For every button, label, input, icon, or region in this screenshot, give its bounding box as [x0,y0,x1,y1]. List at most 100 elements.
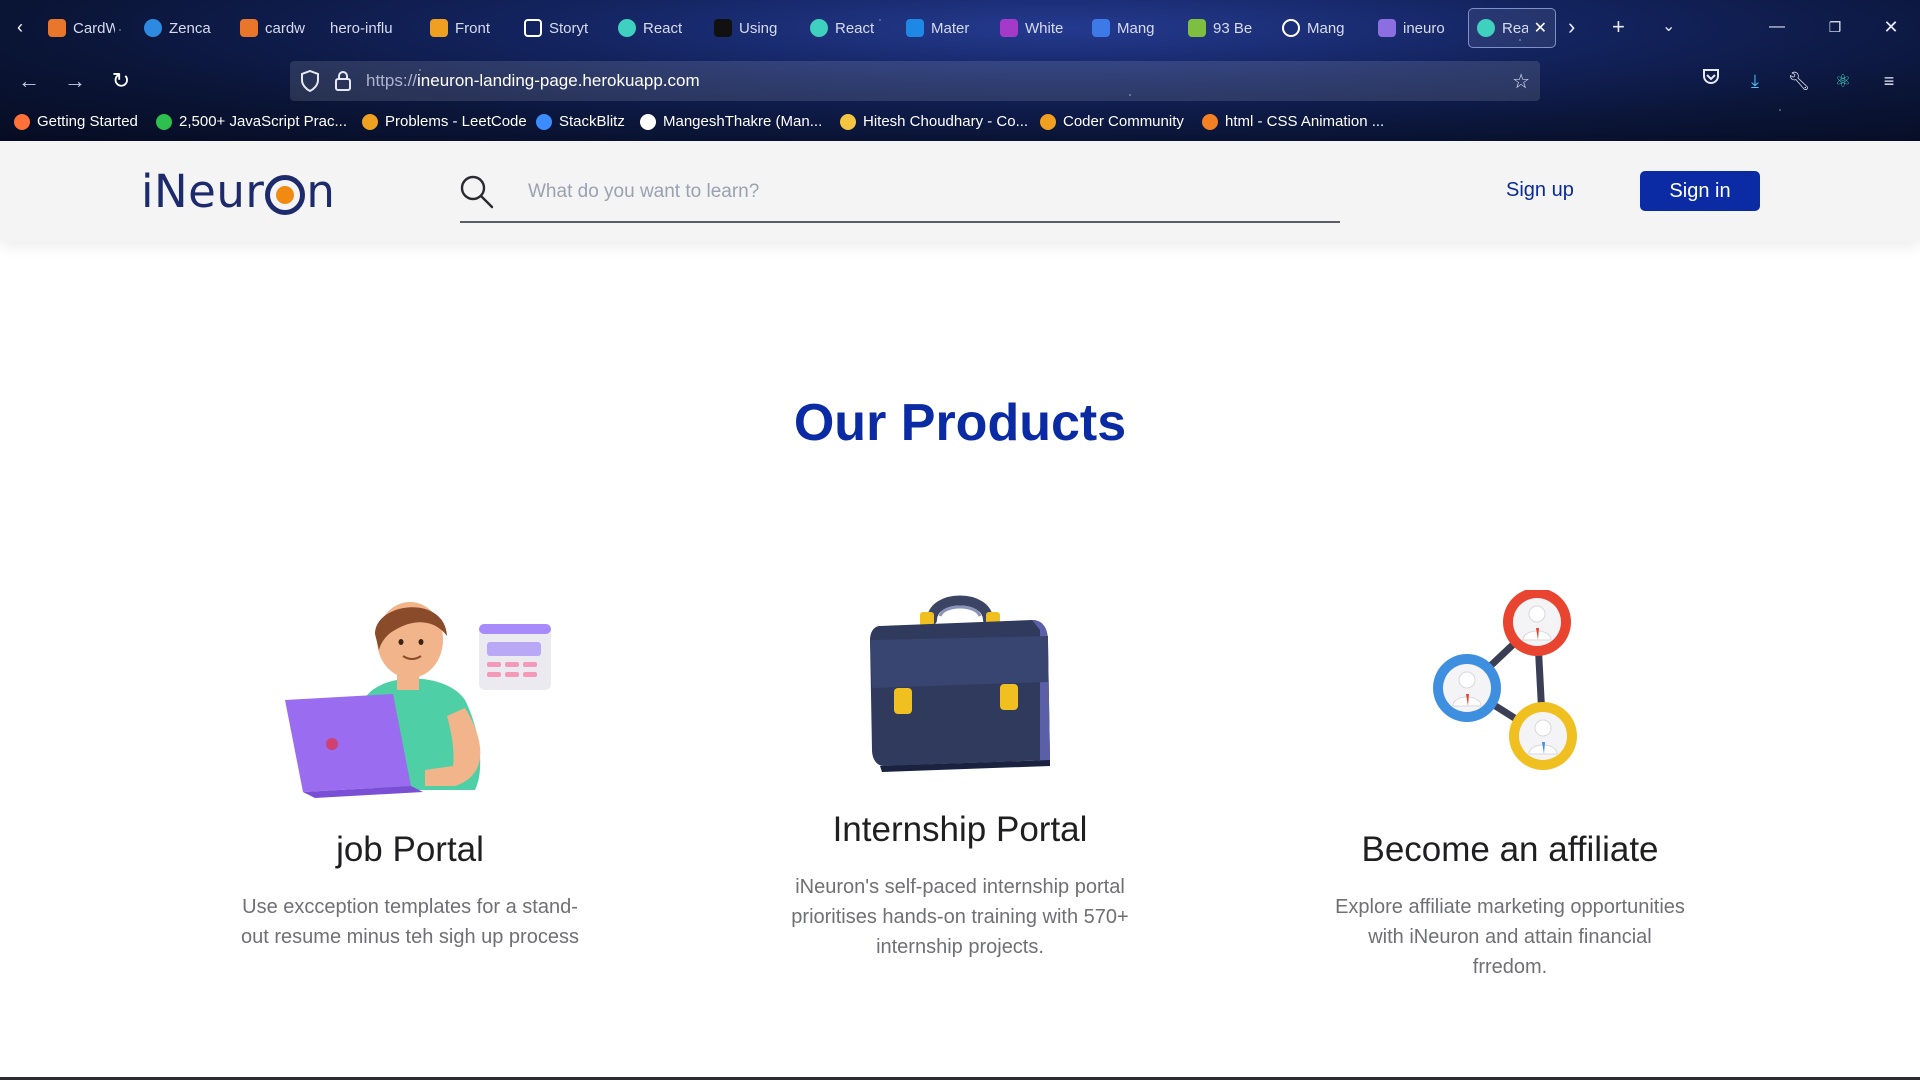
search-icon[interactable] [460,175,494,214]
medium-m-icon [714,19,732,37]
list-all-tabs-icon[interactable]: ⌄ [1662,12,1675,42]
bookmark-label: MangeshThakre (Man... [663,113,823,130]
back-icon[interactable]: ← [12,64,46,98]
product-title: Become an affiliate [1361,830,1659,869]
network-people-illustration [1415,588,1605,785]
product-card-affiliate[interactable]: Become an affiliate Explore affiliate ma… [1300,588,1720,990]
react-devtools-icon[interactable]: ⚛ [1828,66,1858,96]
browser-tab[interactable]: Mang [1092,8,1159,48]
close-tab-icon[interactable]: ✕ [1534,18,1547,38]
product-card-internship-portal[interactable]: Internship Portal iNeuron's self-paced i… [750,590,1170,990]
react-icon [618,19,636,37]
briefcase-illustration [860,590,1060,780]
browser-tab[interactable]: White [1000,8,1067,48]
code-brackets-icon [1092,19,1110,37]
tab-scroll-right-icon[interactable]: › [1568,12,1575,42]
tab-label: Rea [1502,19,1528,37]
browser-tab[interactable]: Mater [906,8,973,48]
downloads-icon[interactable]: ⤓ [1740,66,1770,96]
close-window-icon[interactable]: ✕ [1868,10,1914,44]
forward-icon[interactable]: → [58,64,92,98]
bookmarks-toolbar: Getting Started 2,500+ JavaScript Prac...… [0,110,1920,138]
product-card-job-portal[interactable]: job Portal Use excception templates for … [200,590,620,990]
react-icon [1477,19,1495,37]
shield-icon[interactable] [300,69,320,97]
logo-text-left: iNeur [141,164,265,218]
browser-tab[interactable]: Using [714,8,781,48]
new-tab-icon[interactable]: + [1612,12,1625,42]
menu-icon[interactable]: ≡ [1874,66,1904,96]
bookmark-item[interactable]: html - CSS Animation ... [1202,113,1384,130]
zencastr-globe-icon [144,19,162,37]
restore-icon[interactable]: ❐ [1812,10,1858,44]
browser-tab[interactable]: cardw [240,8,307,48]
browser-tab[interactable]: CardW [48,8,115,48]
bookmark-item[interactable]: Hitesh Choudhary - Co... [840,113,1028,130]
tab-label: 93 Be [1213,19,1253,37]
bookmark-star-icon[interactable]: ☆ [1512,69,1530,94]
browser-tab[interactable]: React [618,8,685,48]
bookmark-favicon-icon [1040,113,1056,130]
github-icon [1282,19,1300,37]
minimize-icon[interactable]: — [1754,10,1800,44]
bookmark-item[interactable]: MangeshThakre (Man... [640,113,822,130]
tab-label: Storyt [549,19,589,37]
reload-icon[interactable]: ↻ [104,64,138,98]
url-text[interactable]: https://ineuron-landing-page.herokuapp.c… [366,71,700,91]
bookmark-favicon-icon [14,113,30,130]
bookmark-item[interactable]: Problems - LeetCode [362,113,527,130]
bookmark-item[interactable]: Coder Community [1040,113,1184,130]
tab-label: Front [455,19,491,37]
bookmark-item[interactable]: StackBlitz [536,113,625,130]
tab-label: React [643,19,683,37]
lock-icon[interactable] [334,70,352,97]
ineuron-logo[interactable]: iNeur n [141,163,335,219]
codepen-braces-icon [430,19,448,37]
bookmark-favicon-icon [640,113,656,130]
tab-label: Mater [931,19,970,37]
navigation-toolbar: ← → ↻ https://ineuron-landing-page.herok… [0,58,1920,104]
codersrank-fox-icon [240,19,258,37]
tab-label: Using [739,19,778,37]
browser-tab[interactable]: ineuro [1378,8,1445,48]
browser-chrome: ‹ CardW Zenca cardw hero-influ Front Storyt Re… [0,0,1920,141]
signup-link[interactable]: Sign up [1506,179,1574,202]
product-title: job Portal [336,830,484,869]
browser-tab[interactable]: Front [430,8,497,48]
url-bar[interactable]: https://ineuron-landing-page.herokuapp.c… [290,61,1540,101]
product-description: Explore affiliate marketing opportunitie… [1335,896,1685,978]
bookmark-label: Problems - LeetCode [385,113,527,130]
browser-tab[interactable]: React [810,8,877,48]
codersrank-fox-icon [48,19,66,37]
url-host: ineuron-landing-page.herokuapp.com [417,71,700,90]
pocket-icon[interactable] [1696,66,1726,96]
bookmark-item[interactable]: Getting Started [14,113,138,130]
browser-tab[interactable]: Storyt [524,8,591,48]
browser-tab[interactable]: 93 Be [1188,8,1255,48]
bookmark-favicon-icon [536,113,552,130]
tab-strip: ‹ CardW Zenca cardw hero-influ Front Storyt Re… [0,0,1920,54]
browser-tab[interactable]: hero-influ [330,8,398,48]
browser-tab[interactable]: Rea ✕ [1468,8,1556,48]
browser-tab[interactable]: Zenca [144,8,211,48]
person-with-laptop-illustration [275,590,555,805]
cursor-icon [1188,19,1206,37]
drop-icon [1000,19,1018,37]
tab-scroll-left-icon[interactable]: ‹ [8,12,32,42]
signin-button[interactable]: Sign in [1640,171,1760,211]
bookmark-label: 2,500+ JavaScript Prac... [179,113,348,130]
bookmark-favicon-icon [1202,113,1218,130]
tab-label: Zenca [169,19,211,37]
browser-tab[interactable]: Mang [1282,8,1349,48]
bookmark-label: Getting Started [37,113,138,130]
heroku-icon [1378,19,1396,37]
tab-label: cardw [265,19,306,37]
search-input[interactable] [528,177,1308,207]
tab-label: Mang [1117,19,1155,37]
bookmark-item[interactable]: 2,500+ JavaScript Prac... [156,113,347,130]
wrench-icon[interactable]: 🔧︎ [1784,66,1814,96]
tab-label: White [1025,19,1064,37]
product-title: Internship Portal [832,810,1088,849]
url-protocol: https:// [366,71,418,90]
mui-icon [906,19,924,37]
